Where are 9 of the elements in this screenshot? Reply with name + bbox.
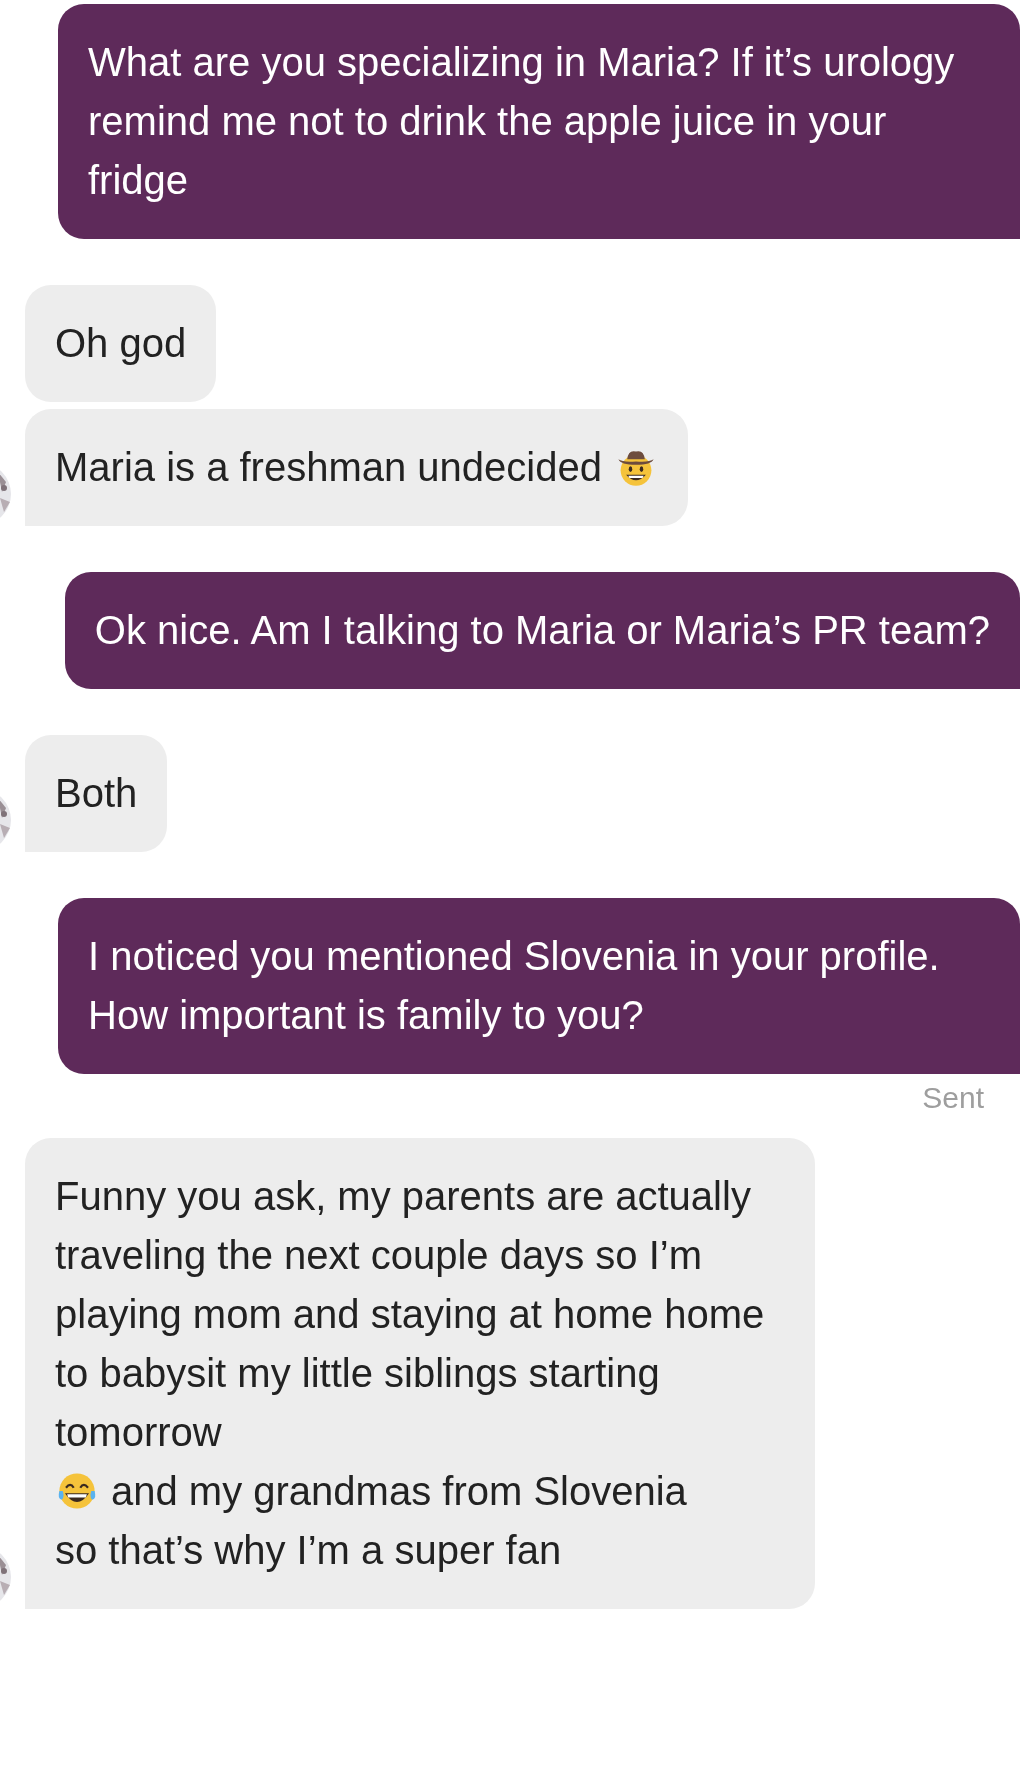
message-text: and my grandmas from Slovenia xyxy=(111,1469,687,1513)
message-text: Oh god xyxy=(55,320,187,367)
message-text: so that’s why I’m a super fan xyxy=(55,1527,563,1574)
message-text: What are you specializing in Maria? If it’s urology remind me not to drink the apple juice in your fridge xyxy=(88,39,956,204)
message-text: Ok nice. Am I talking to Maria or Maria’s PR team? xyxy=(94,607,990,654)
message-text: Maria is a freshman undecided xyxy=(55,445,602,489)
message-text: Both xyxy=(55,770,138,817)
message-text: I noticed you mentioned Slovenia in your profile. How important is family to you? xyxy=(88,933,941,1039)
message-status: Sent xyxy=(922,1080,984,1116)
